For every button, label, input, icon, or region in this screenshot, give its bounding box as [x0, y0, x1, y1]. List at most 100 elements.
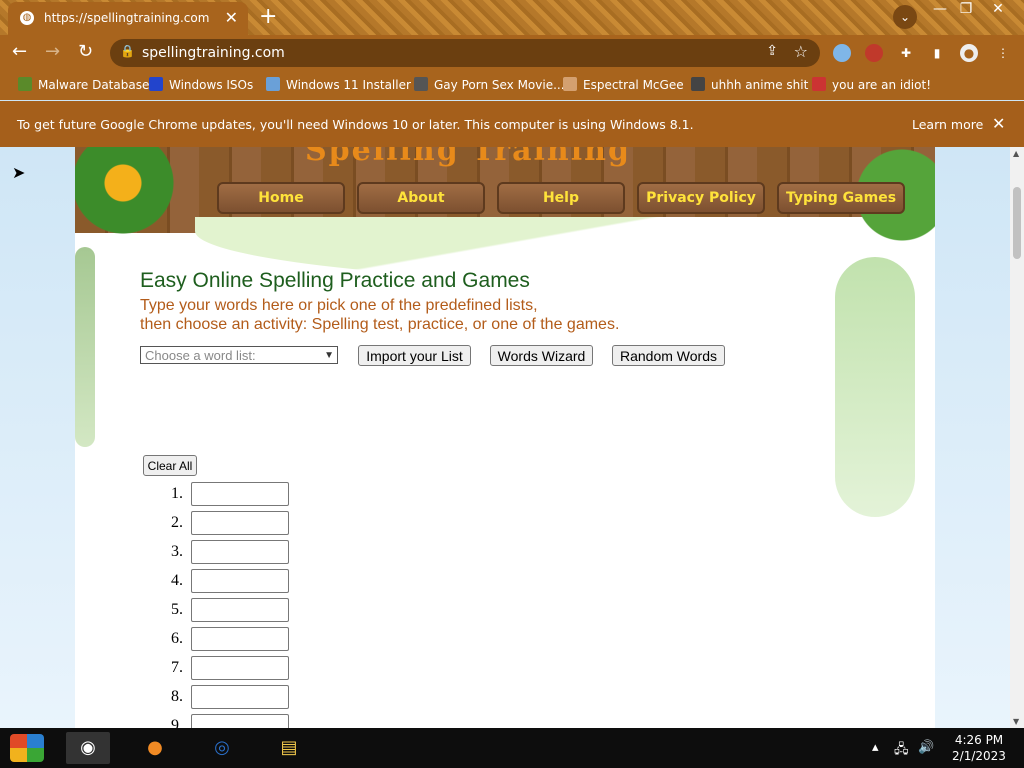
page-scrollbar[interactable]: ▲ ▼ [1010, 147, 1024, 728]
scroll-thumb[interactable] [1013, 187, 1021, 259]
bookmark-label: Malware Database [38, 78, 150, 92]
bookmark-star-icon[interactable]: ☆ [794, 42, 808, 61]
infobar-close-icon[interactable]: ✕ [992, 114, 1005, 133]
update-infobar: To get future Google Chrome updates, you… [0, 101, 1024, 147]
tab-search-button[interactable]: ⌄ [893, 5, 917, 29]
nav-about[interactable]: About [357, 182, 485, 214]
word-input[interactable] [191, 656, 289, 680]
row-number: 9. [171, 717, 183, 728]
bookmark-icon [691, 77, 705, 91]
bookmark-espectral-mcgee[interactable]: Espectral McGee [563, 77, 684, 92]
profile-icon[interactable]: ● [960, 44, 978, 62]
word-input[interactable] [191, 569, 289, 593]
clear-all-button[interactable]: Clear All [143, 455, 197, 476]
bookmark-malware-database[interactable]: Malware Database [18, 77, 149, 92]
nav-help[interactable]: Help [497, 182, 625, 214]
import-list-button[interactable]: Import your List [358, 345, 471, 366]
bookmark-you-are-an-idiot[interactable]: you are an idiot! [812, 77, 931, 92]
tab-strip: ◍ https://spellingtraining.com ✕ + ⌄ — ❐… [0, 0, 1024, 35]
row-number: 2. [171, 514, 183, 531]
bookmark-gay-porn-sex-movie[interactable]: Gay Porn Sex Movie... [414, 77, 565, 92]
bookmark-label: you are an idiot! [832, 78, 931, 92]
words-wizard-button[interactable]: Words Wizard [490, 345, 593, 366]
browser-toolbar: ← → ↻ 🔒 spellingtraining.com ⇪ ☆ ✚ ▮ ● ⋮ [0, 35, 1024, 70]
row-number: 1. [171, 485, 183, 502]
bookmark-icon [149, 77, 163, 91]
row-number: 8. [171, 688, 183, 705]
address-bar[interactable]: 🔒 spellingtraining.com ⇪ ☆ [110, 39, 820, 67]
bookmark-label: Espectral McGee [583, 78, 684, 92]
vine-right-decoration [835, 257, 915, 517]
row-number: 6. [171, 630, 183, 647]
nav-privacy-policy[interactable]: Privacy Policy [637, 182, 765, 214]
clock-time: 4:26 PM [954, 733, 1004, 747]
browser-tab[interactable]: ◍ https://spellingtraining.com ✕ [8, 2, 248, 35]
nav-home[interactable]: Home [217, 182, 345, 214]
bookmark-icon [414, 77, 428, 91]
bookmark-label: Windows ISOs [169, 78, 254, 92]
page-title: Easy Online Spelling Practice and Games [140, 269, 530, 292]
word-input[interactable] [191, 482, 289, 506]
page-viewport: Spelling Training Home About Help Privac… [0, 147, 1010, 728]
nav-typing-games[interactable]: Typing Games [777, 182, 905, 214]
vine-left-decoration [75, 247, 95, 447]
row-number: 4. [171, 572, 183, 589]
extension-flag-icon[interactable] [833, 44, 851, 62]
word-input[interactable] [191, 685, 289, 709]
scroll-up-icon[interactable]: ▲ [1013, 149, 1019, 158]
close-window-button[interactable]: ✕ [984, 0, 1012, 18]
extension-avatar-icon[interactable] [865, 44, 883, 62]
side-panel-icon[interactable]: ▮ [928, 44, 946, 62]
start-button[interactable] [10, 734, 44, 762]
site-logo[interactable]: Spelling Training [305, 147, 631, 168]
tab-close-icon[interactable]: ✕ [225, 8, 238, 27]
new-tab-button[interactable]: + [259, 4, 277, 29]
restore-button[interactable]: ❐ [952, 0, 980, 18]
word-input[interactable] [191, 511, 289, 535]
address-url[interactable]: spellingtraining.com [142, 45, 285, 61]
bookmark-uhhh-anime-shit[interactable]: uhhh anime shit [691, 77, 808, 92]
word-input[interactable] [191, 714, 289, 728]
bookmark-icon [563, 77, 577, 91]
word-input[interactable] [191, 540, 289, 564]
share-icon[interactable]: ⇪ [766, 43, 778, 59]
bookmark-icon [266, 77, 280, 91]
chrome-taskbar-icon[interactable]: ◉ [66, 732, 110, 764]
flower-decoration [75, 147, 195, 267]
menu-kebab-icon[interactable]: ⋮ [994, 44, 1012, 62]
windows-taskbar: ◉ ● ◎ ▤ ▴ 🖧 🔊 4:26 PM 2/1/2023 [0, 728, 1024, 768]
bookmark-windows-isos[interactable]: Windows ISOs [149, 77, 253, 92]
word-input[interactable] [191, 627, 289, 651]
volume-icon[interactable]: 🔊 [918, 740, 934, 755]
word-input[interactable] [191, 598, 289, 622]
row-number: 3. [171, 543, 183, 560]
firefox-taskbar-icon[interactable]: ● [133, 732, 177, 764]
learn-more-link[interactable]: Learn more [912, 117, 983, 132]
word-list-placeholder: Choose a word list: [145, 348, 256, 363]
bookmark-label: uhhh anime shit [711, 78, 809, 92]
bookmark-icon [812, 77, 826, 91]
page-subtitle-line-1: Type your words here or pick one of the … [140, 297, 538, 314]
network-icon[interactable]: 🖧 [894, 740, 909, 762]
globe-icon: ◍ [20, 11, 34, 25]
tab-title: https://spellingtraining.com [44, 11, 210, 25]
chevron-down-icon: ▼ [324, 350, 334, 361]
bookmark-windows-11-installer[interactable]: Windows 11 Installer [266, 77, 411, 92]
obama-logo-taskbar-icon[interactable]: ◎ [200, 732, 244, 764]
minimize-button[interactable]: — [926, 0, 954, 18]
system-clock[interactable]: 4:26 PM 2/1/2023 [950, 732, 1008, 764]
bookmark-label: Gay Porn Sex Movie... [434, 78, 565, 92]
row-number: 5. [171, 601, 183, 618]
file-explorer-taskbar-icon[interactable]: ▤ [267, 732, 311, 764]
reload-icon[interactable]: ↻ [78, 41, 93, 62]
puzzle-icon[interactable]: ✚ [897, 44, 915, 62]
tray-overflow-icon[interactable]: ▴ [872, 740, 879, 755]
clock-date: 2/1/2023 [952, 749, 1006, 763]
back-icon[interactable]: ← [12, 41, 27, 62]
forward-icon[interactable]: → [45, 41, 60, 62]
scroll-down-icon[interactable]: ▼ [1013, 717, 1019, 726]
word-list-select[interactable]: Choose a word list: ▼ [140, 346, 338, 364]
random-words-button[interactable]: Random Words [612, 345, 725, 366]
lock-icon[interactable]: 🔒 [120, 44, 135, 58]
page-subtitle-line-2: then choose an activity: Spelling test, … [140, 316, 620, 333]
